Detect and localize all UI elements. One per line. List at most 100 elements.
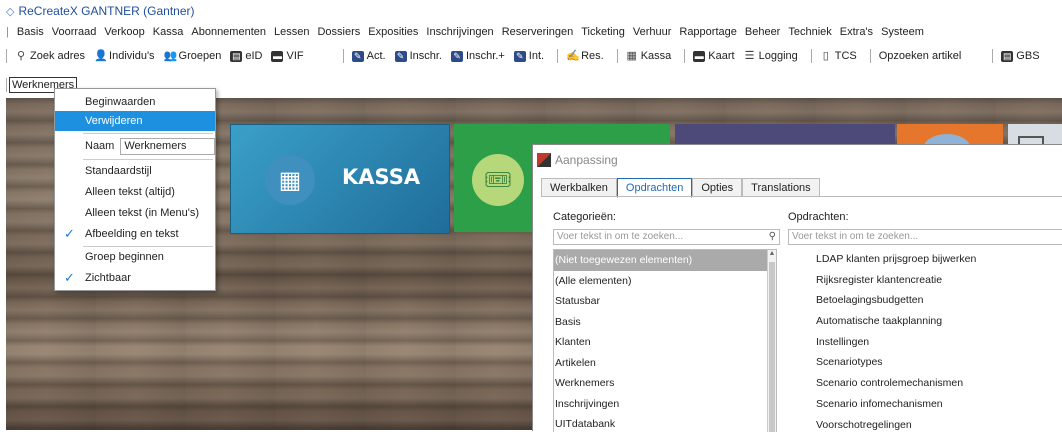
menu-ticketing[interactable]: Ticketing — [581, 26, 625, 38]
list-item[interactable]: Voorschotregelingen — [788, 415, 1062, 435]
toolbar-separator — [617, 49, 618, 63]
logging-button[interactable]: ☰Logging — [744, 50, 798, 62]
list-item[interactable]: Instellingen — [788, 332, 1062, 353]
eid-button[interactable]: ▤eID — [230, 50, 262, 62]
list-item[interactable]: Automatische taakplanning — [788, 311, 1062, 332]
kaart-button[interactable]: ▬Kaart — [693, 50, 734, 62]
menu-exposities[interactable]: Exposities — [368, 26, 418, 38]
menu-item-label: Beginwaarden — [85, 96, 155, 108]
list-item[interactable]: Klanten — [554, 332, 776, 353]
opzoeken-artikel-button[interactable]: Opzoeken artikel — [879, 50, 962, 62]
menu-item-alleen-tekst-altijd[interactable]: Alleen tekst (altijd) — [55, 182, 215, 202]
list-item[interactable]: UITdatabank — [554, 414, 776, 432]
list-item[interactable]: Scenario controlemechanismen — [788, 373, 1062, 394]
menu-item-afbeelding-en-tekst[interactable]: ✓Afbeelding en tekst — [55, 224, 215, 244]
menu-reserveringen[interactable]: Reserveringen — [502, 26, 574, 38]
menu-item-zichtbaar[interactable]: ✓Zichtbaar — [55, 268, 215, 288]
gbs-icon: ▤ — [1001, 51, 1013, 62]
menu-rapportage[interactable]: Rapportage — [679, 26, 737, 38]
vif-card-icon: ▬ — [271, 51, 283, 62]
menu-verkoop[interactable]: Verkoop — [104, 26, 144, 38]
opzoeken-artikel-label: Opzoeken artikel — [879, 50, 962, 62]
tab-opdrachten[interactable]: Opdrachten — [617, 178, 692, 198]
individus-button[interactable]: 👤Individu's — [94, 50, 155, 62]
commands-list[interactable]: LDAP klanten prijsgroep bijwerken Rijksr… — [788, 249, 1062, 435]
menu-lessen[interactable]: Lessen — [274, 26, 309, 38]
kassa-tile[interactable]: ▦ KASSA — [230, 124, 450, 234]
toolbar-grip — [6, 49, 7, 63]
menu-item-naam: Naam Werknemers — [55, 136, 215, 156]
checkmark-icon: ✓ — [64, 268, 75, 288]
context-menu: Beginwaarden Verwijderen Naam Werknemers… — [54, 88, 216, 291]
list-item[interactable]: Scenario infomechanismen — [788, 394, 1062, 415]
menu-dossiers[interactable]: Dossiers — [317, 26, 360, 38]
categories-scrollbar[interactable]: ▲ — [767, 250, 776, 432]
dialog-title: Aanpassing — [555, 153, 618, 167]
menu-item-groep-beginnen[interactable]: Groep beginnen — [55, 247, 215, 267]
tab-werkbalken[interactable]: Werkbalken — [541, 178, 617, 197]
list-item[interactable]: LDAP klanten prijsgroep bijwerken — [788, 249, 1062, 270]
dialog-title-bar: Aanpassing — [533, 145, 1062, 175]
commands-search-input[interactable]: Voer tekst in om te zoeken... — [788, 229, 1062, 245]
tab-translations[interactable]: Translations — [742, 178, 820, 197]
groepen-button[interactable]: 👥Groepen — [164, 50, 222, 62]
res-button[interactable]: ✍Res. — [566, 50, 604, 62]
menu-techniek[interactable]: Techniek — [788, 26, 831, 38]
menu-item-verwijderen[interactable]: Verwijderen — [55, 111, 215, 131]
list-item[interactable]: Inschrijvingen — [554, 394, 776, 415]
menu-kassa[interactable]: Kassa — [153, 26, 184, 38]
checkmark-icon: ✓ — [64, 224, 75, 244]
kassa-button[interactable]: ▦Kassa — [626, 50, 672, 62]
menu-abonnementen[interactable]: Abonnementen — [191, 26, 266, 38]
menu-item-alleen-tekst-menu[interactable]: Alleen tekst (in Menu's) — [55, 203, 215, 223]
vif-button[interactable]: ▬VIF — [271, 50, 303, 62]
tab-opties[interactable]: Opties — [692, 178, 742, 197]
int-button[interactable]: ✎Int. — [514, 50, 544, 62]
list-item[interactable]: (Niet toegewezen elementen) — [554, 250, 776, 271]
list-item[interactable]: (Alle elementen) — [554, 271, 776, 292]
dialog-tabs: Werkbalken Opdrachten Opties Translation… — [541, 178, 820, 198]
scroll-up-arrow-icon[interactable]: ▲ — [768, 250, 776, 257]
list-item[interactable]: Basis — [554, 312, 776, 333]
menu-voorraad[interactable]: Voorraad — [52, 26, 97, 38]
menu-item-standaardstijl[interactable]: Standaardstijl — [55, 161, 215, 181]
reservation-icon: ✍ — [566, 51, 578, 62]
list-item[interactable]: Scenariotypes — [788, 352, 1062, 373]
toolbar-separator — [992, 49, 993, 63]
menu-systeem[interactable]: Systeem — [881, 26, 924, 38]
vif-label: VIF — [286, 50, 303, 62]
menu-item-beginwaarden[interactable]: Beginwaarden — [55, 92, 215, 112]
list-item[interactable]: Artikelen — [554, 353, 776, 374]
cash-register-icon: ▦ — [626, 51, 638, 62]
categories-list[interactable]: (Niet toegewezen elementen) (Alle elemen… — [553, 249, 777, 432]
menu-beheer[interactable]: Beheer — [745, 26, 780, 38]
ticket-icon: 🎟 — [472, 154, 524, 206]
categories-search-input[interactable]: Voer tekst in om te zoeken... ⚲ — [553, 229, 780, 245]
menu-item-label: Alleen tekst (in Menu's) — [85, 207, 199, 219]
inschr-plus-button[interactable]: ✎Inschr.+ — [451, 50, 505, 62]
scrollbar-thumb[interactable] — [769, 262, 775, 432]
gbs-button[interactable]: ▤GBS — [1001, 50, 1039, 62]
menu-verhuur[interactable]: Verhuur — [633, 26, 672, 38]
tcs-label: TCS — [835, 50, 857, 62]
inschr-button[interactable]: ✎Inschr. — [395, 50, 442, 62]
int-label: Int. — [529, 50, 544, 62]
activity-icon: ✎ — [352, 51, 364, 62]
list-item[interactable]: Rijksregister klantencreatie — [788, 270, 1062, 291]
dialog-logo-icon — [537, 153, 551, 167]
menu-extras[interactable]: Extra's — [840, 26, 873, 38]
naam-input[interactable]: Werknemers — [120, 138, 215, 155]
menu-inschrijvingen[interactable]: Inschrijvingen — [426, 26, 493, 38]
interest-icon: ✎ — [514, 51, 526, 62]
menu-basis[interactable]: Basis — [17, 26, 44, 38]
logging-label: Logging — [759, 50, 798, 62]
commands-label: Opdrachten: — [788, 211, 849, 223]
app-title-bar: ◇ ReCreateX GANTNER (Gantner) — [6, 3, 195, 19]
groepen-label: Groepen — [179, 50, 222, 62]
list-item[interactable]: Werknemers — [554, 373, 776, 394]
act-button[interactable]: ✎Act. — [352, 50, 386, 62]
zoek-adres-button[interactable]: ⚲Zoek adres — [15, 50, 85, 62]
list-item[interactable]: Betoelagingsbudgetten — [788, 290, 1062, 311]
list-item[interactable]: Statusbar — [554, 291, 776, 312]
tcs-button[interactable]: ▯TCS — [820, 50, 857, 62]
